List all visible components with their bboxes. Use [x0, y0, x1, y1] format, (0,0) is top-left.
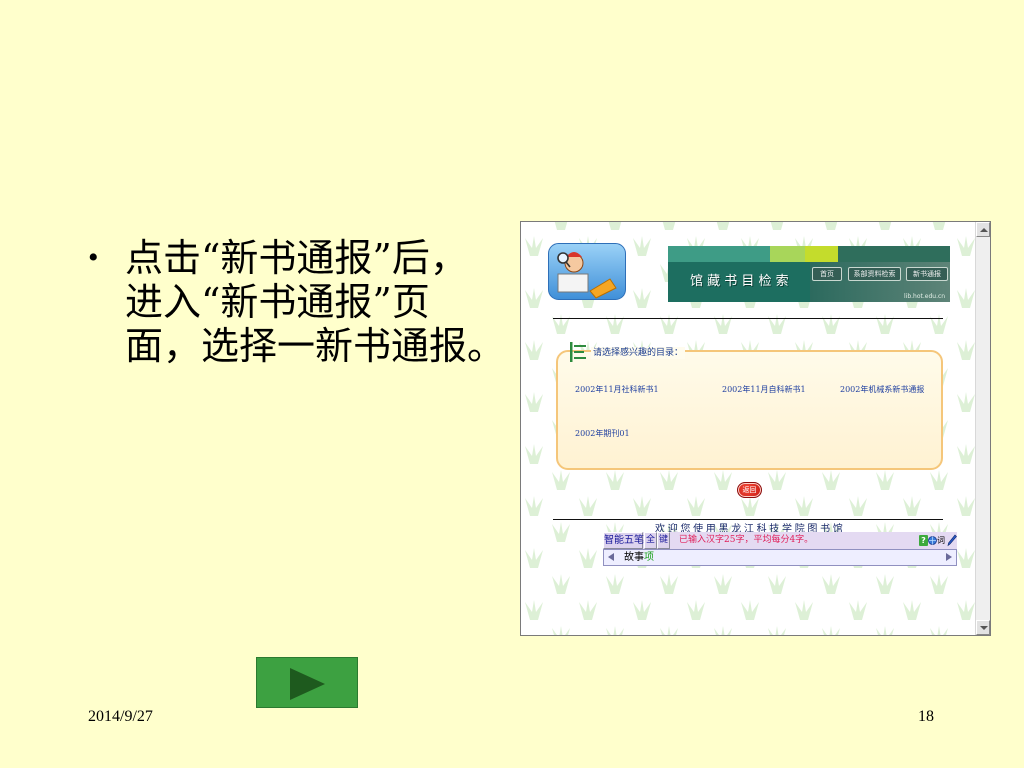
- ime-status-row: 智能五笔 全 键 已输入汉字25字，平均每分4字。 ? 词: [603, 532, 957, 549]
- next-slide-button[interactable]: [256, 657, 358, 708]
- bullet-line-3: 面，选择一新书通报。: [125, 324, 506, 368]
- play-icon: [290, 668, 325, 700]
- arrow-up-icon: [980, 228, 988, 232]
- catalog-link-mechanical-dept[interactable]: 2002年机械系新书通报: [840, 385, 924, 395]
- banner-strip-dark: [838, 246, 950, 262]
- bullet-text: 点击“新书通报”后， 进入“新书通报”页 面，选择一新书通报。: [125, 236, 517, 368]
- library-mascot-logo: [548, 243, 626, 300]
- catalog-link-social-science[interactable]: 2002年11月社科新书1: [575, 385, 659, 395]
- scroll-down-button[interactable]: [976, 620, 990, 635]
- ime-key-mode[interactable]: 键: [657, 532, 670, 549]
- scroll-up-button[interactable]: [976, 222, 990, 237]
- ime-candidate-main[interactable]: 故事: [624, 552, 644, 563]
- ime-name[interactable]: 智能五笔: [603, 532, 644, 549]
- bullet-line-1: 点击“新书通报”后，: [125, 236, 468, 280]
- ime-lexicon[interactable]: 词: [937, 532, 945, 549]
- chevron-left-icon[interactable]: [608, 553, 614, 561]
- ime-candidates[interactable]: 故事项: [624, 550, 654, 565]
- divider-top: [553, 318, 943, 319]
- chevron-right-icon[interactable]: [946, 553, 952, 561]
- slide-page-number: 18: [918, 708, 934, 725]
- banner-strip-light-green: [770, 246, 805, 262]
- nav-button-new-books[interactable]: 新书通报: [906, 267, 948, 281]
- globe-icon[interactable]: [928, 536, 937, 545]
- nav-button-home[interactable]: 首页: [812, 267, 842, 281]
- banner-strip-lime: [805, 246, 838, 262]
- catalog-box: [556, 350, 943, 470]
- banner: 馆 藏 书 目 检 索 首页 系部资料检索 新书通报 lib.hot.edu.c…: [668, 246, 950, 302]
- ime-help-icon[interactable]: ?: [919, 535, 928, 546]
- catalog-link-periodicals[interactable]: 2002年期刊01: [575, 429, 630, 439]
- ime-status-text: 已输入汉字25字，平均每分4字。: [679, 535, 814, 545]
- catalog-heading: 请选择感兴趣的目录：: [591, 347, 686, 359]
- ime-toolbar: 智能五笔 全 键 已输入汉字25字，平均每分4字。 ? 词 故事项: [603, 532, 957, 566]
- banner-strip-teal: [668, 246, 770, 262]
- site-url: lib.hot.edu.cn: [904, 293, 946, 300]
- vertical-scrollbar[interactable]: [975, 222, 990, 635]
- ime-candidate-row: 故事项: [603, 549, 957, 566]
- pen-icon[interactable]: [947, 534, 957, 547]
- arrow-down-icon: [980, 626, 988, 630]
- book-lines-icon: [570, 342, 586, 362]
- bullet-line-2: 进入“新书通报”页: [125, 280, 430, 324]
- ime-candidate-next[interactable]: 项: [644, 552, 654, 563]
- embedded-webpage-screenshot: 馆 藏 书 目 检 索 首页 系部资料检索 新书通报 lib.hot.edu.c…: [520, 221, 991, 636]
- slide-date: 2014/9/27: [88, 708, 153, 725]
- back-button[interactable]: 返回: [737, 482, 762, 498]
- catalog-link-natural-science[interactable]: 2002年11月自科新书1: [722, 385, 806, 395]
- banner-title: 馆 藏 书 目 检 索: [690, 274, 789, 289]
- bullet-symbol: •: [88, 241, 99, 274]
- ime-width-mode[interactable]: 全: [644, 532, 657, 549]
- divider-bottom: [553, 519, 943, 520]
- nav-button-search[interactable]: 系部资料检索: [848, 267, 901, 281]
